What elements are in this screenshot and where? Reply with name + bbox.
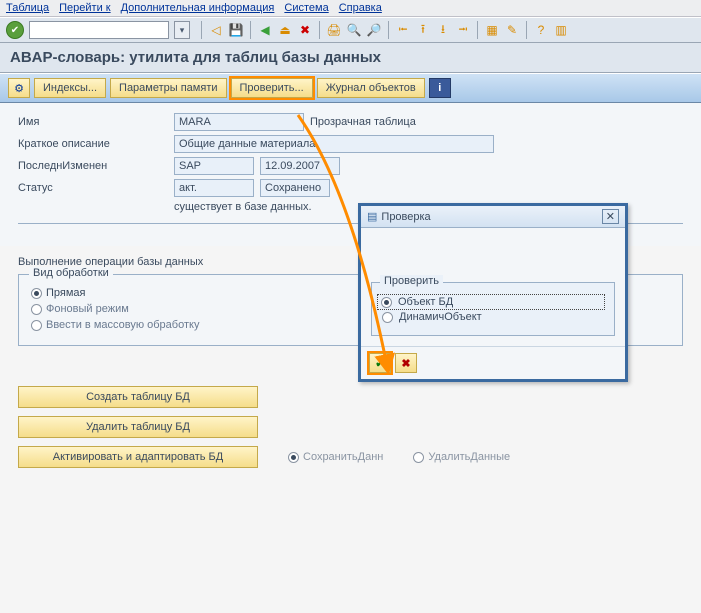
app-toolbar: ⚙ Индексы... Параметры памяти Проверить.… [0, 73, 701, 103]
radio-mass-label: Ввести в массовую обработку [46, 319, 199, 331]
save-icon[interactable]: 💾 [227, 21, 245, 39]
status-field: акт. [174, 179, 254, 197]
exit-icon[interactable]: ⏏ [276, 21, 294, 39]
menu-table[interactable]: Таблица [6, 2, 49, 14]
radio-background-label: Фоновый режим [46, 303, 129, 315]
radio-dot-icon [413, 452, 424, 463]
page-title: ABAP-словарь: утилита для таблиц базы да… [0, 43, 701, 73]
check-button[interactable]: Проверить... [231, 78, 313, 98]
dialog-titlebar[interactable]: ▤ Проверка ✕ [361, 206, 625, 228]
menu-system[interactable]: Система [284, 2, 328, 14]
indexes-button[interactable]: Индексы... [34, 78, 106, 98]
first-page-icon[interactable]: ⭰ [394, 21, 412, 39]
memory-params-button[interactable]: Параметры памяти [110, 78, 226, 98]
find-next-icon[interactable]: 🔎 [365, 21, 383, 39]
radio-delete-data: УдалитьДанные [413, 451, 510, 463]
layout-icon[interactable]: ▥ [552, 21, 570, 39]
last-page-icon[interactable]: ⭲ [454, 21, 472, 39]
command-field[interactable] [29, 21, 169, 39]
new-session-icon[interactable]: ▦ [483, 21, 501, 39]
radio-db-object-label: Объект БД [398, 296, 453, 308]
create-table-button[interactable]: Создать таблицу БД [18, 386, 258, 408]
menu-bar: Таблица Перейти к Дополнительная информа… [0, 0, 701, 17]
exists-text: существует в базе данных. [174, 201, 312, 213]
shortdesc-label: Краткое описание [18, 138, 168, 150]
prev-page-icon[interactable]: ⭱ [414, 21, 432, 39]
shortcut-icon[interactable]: ✎ [503, 21, 521, 39]
next-page-icon[interactable]: ⭳ [434, 21, 452, 39]
dialog-cancel-button[interactable]: ✖ [395, 353, 417, 373]
radio-dot-icon [31, 304, 42, 315]
lastchanged-date: 12.09.2007 [260, 157, 340, 175]
ok-icon[interactable]: ✔ [6, 21, 24, 39]
radio-dot-icon [31, 320, 42, 331]
back-icon[interactable]: ◁ [207, 21, 225, 39]
object-log-button[interactable]: Журнал объектов [317, 78, 425, 98]
radio-dot-icon [381, 297, 392, 308]
radio-runtime-object[interactable]: ДинамичОбъект [382, 311, 604, 323]
status-label: Статус [18, 182, 168, 194]
help-icon[interactable]: ? [532, 21, 550, 39]
radio-delete-data-label: УдалитьДанные [428, 451, 510, 463]
find-icon[interactable]: 🔍 [345, 21, 363, 39]
name-field[interactable]: MARA [174, 113, 304, 131]
menu-goto[interactable]: Перейти к [59, 2, 110, 14]
radio-dot-icon [382, 312, 393, 323]
lastchanged-label: ПоследнИзменен [18, 160, 168, 172]
dialog-title: Проверка [381, 211, 430, 223]
menu-extra[interactable]: Дополнительная информация [121, 2, 275, 14]
table-type-text: Прозрачная таблица [310, 116, 416, 128]
command-dropdown-icon[interactable]: ▾ [174, 21, 190, 39]
delete-table-button[interactable]: Удалить таблицу БД [18, 416, 258, 438]
execute-icon[interactable]: ⚙ [8, 78, 30, 98]
window-list-icon: ▤ [367, 210, 377, 223]
radio-direct-label: Прямая [46, 287, 86, 299]
check-group-label: Проверить [380, 275, 443, 287]
activate-adapt-button[interactable]: Активировать и адаптировать БД [18, 446, 258, 468]
processing-type-label: Вид обработки [29, 267, 113, 279]
radio-dot-icon [31, 288, 42, 299]
lastchanged-user: SAP [174, 157, 254, 175]
radio-save-data: СохранитьДанн [288, 451, 383, 463]
cancel-icon[interactable]: ✖ [296, 21, 314, 39]
radio-runtime-object-label: ДинамичОбъект [399, 311, 482, 323]
check-dialog: ▤ Проверка ✕ Проверить Объект БД Динамич… [358, 203, 628, 382]
shortdesc-field[interactable]: Общие данные материала [174, 135, 494, 153]
print-icon[interactable]: 🖨 [325, 21, 343, 39]
radio-db-object[interactable]: Объект БД [378, 295, 604, 309]
radio-dot-icon [288, 452, 299, 463]
check-group: Проверить Объект БД ДинамичОбъект [371, 282, 615, 336]
dialog-ok-button[interactable]: ✔ [369, 353, 391, 373]
standard-toolbar: ✔ ▾ ◁ 💾 ◀ ⏏ ✖ 🖨 🔍 🔎 ⭰ ⭱ ⭳ ⭲ ▦ ✎ ? ▥ [0, 17, 701, 43]
info-icon[interactable]: i [429, 78, 451, 98]
radio-save-data-label: СохранитьДанн [303, 451, 383, 463]
name-label: Имя [18, 116, 168, 128]
back-arrow-icon[interactable]: ◀ [256, 21, 274, 39]
close-icon[interactable]: ✕ [602, 209, 619, 224]
menu-help[interactable]: Справка [339, 2, 382, 14]
status-saved: Сохранено [260, 179, 330, 197]
dialog-footer: ✔ ✖ [361, 346, 625, 379]
